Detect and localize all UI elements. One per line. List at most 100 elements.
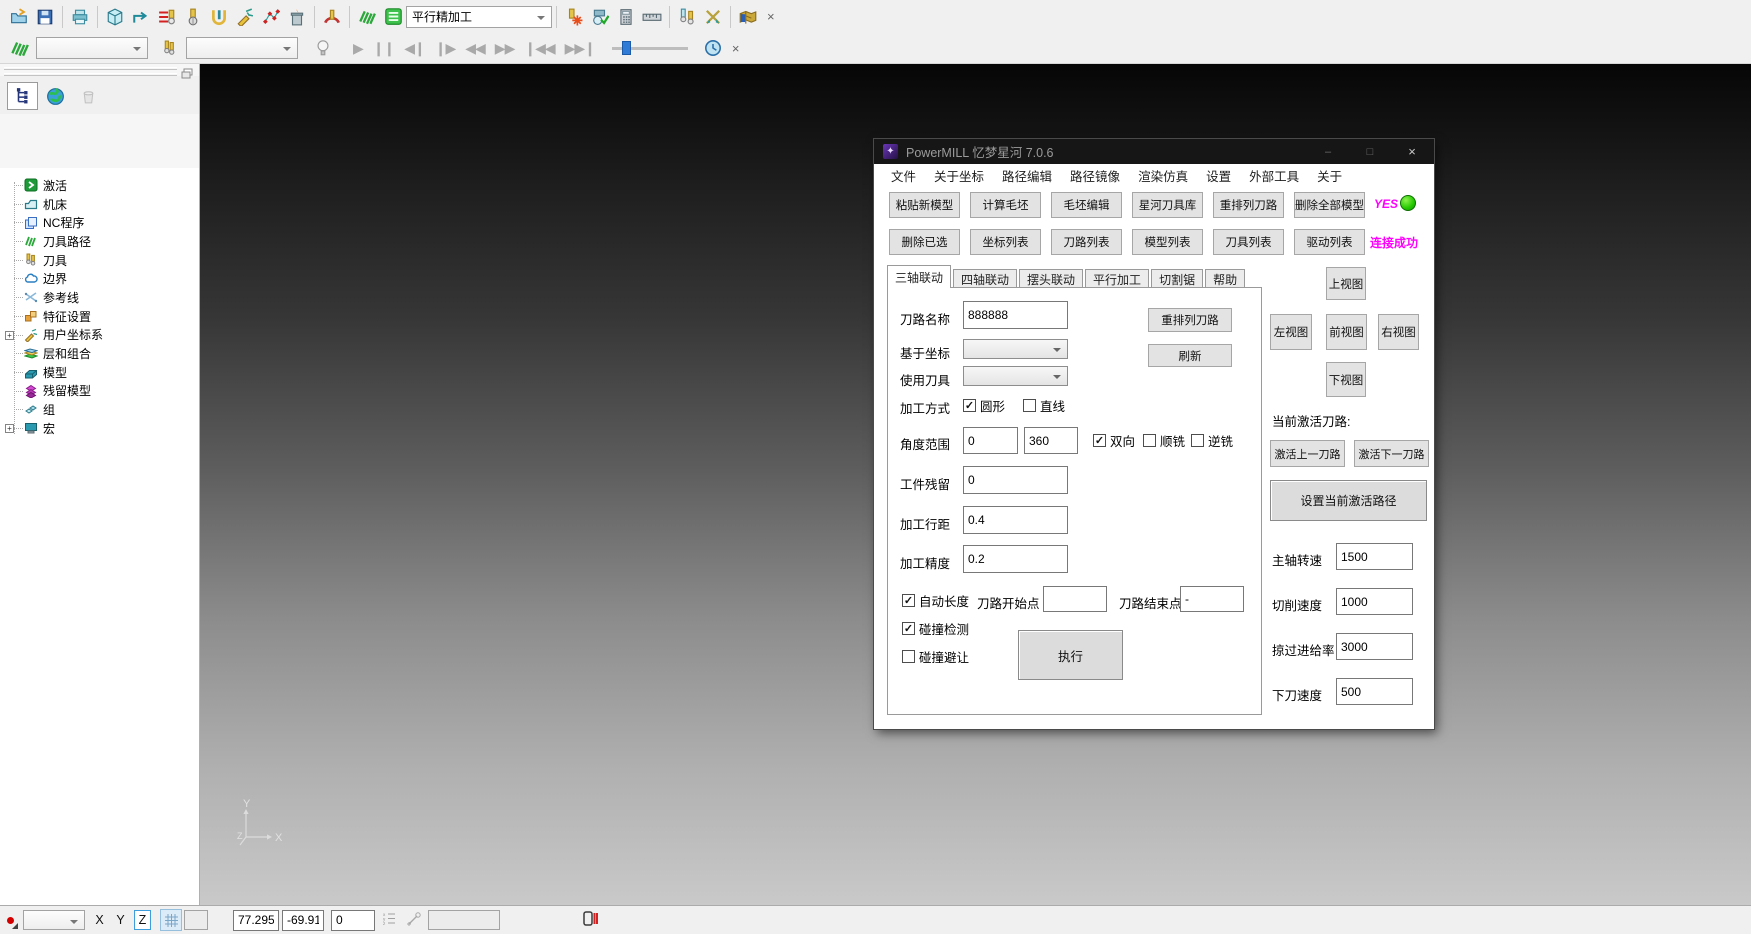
panel-float-icon[interactable] — [181, 68, 193, 82]
strategy-combo[interactable]: 平行精加工 — [406, 6, 552, 28]
collision-avoid-checkbox[interactable]: 碰撞避让 — [902, 647, 969, 666]
pause-button[interactable]: ❙❙ — [368, 40, 399, 57]
tree-item-nc-programs[interactable]: NC程序 — [0, 213, 199, 232]
set-active-path-button[interactable]: 设置当前激活路径 — [1270, 480, 1427, 521]
tree-item-levels-sets[interactable]: 层和组合 — [0, 344, 199, 363]
step-forward-button[interactable]: ❙▶ — [430, 40, 461, 57]
tool-pair-icon[interactable] — [674, 5, 700, 29]
end-point-input[interactable] — [1180, 586, 1244, 612]
axis-x-button[interactable]: X — [92, 910, 107, 930]
clock-icon[interactable] — [700, 36, 726, 60]
tree-item-machine[interactable]: 机床 — [0, 195, 199, 214]
angle-from-input[interactable] — [963, 427, 1018, 454]
execute-button[interactable]: 执行 — [1018, 630, 1123, 680]
model-list-button[interactable]: 模型列表 — [1132, 229, 1203, 255]
menu-external-tools[interactable]: 外部工具 — [1240, 166, 1308, 185]
cursor-z-input[interactable] — [331, 910, 375, 931]
workplane-combo[interactable] — [23, 910, 85, 930]
dir-conv-checkbox[interactable]: 逆铣 — [1191, 431, 1233, 450]
delete-all-models-button[interactable]: 删除全部模型 — [1294, 192, 1365, 218]
edit-stock-button[interactable]: 毛坯编辑 — [1051, 192, 1122, 218]
menu-path-edit[interactable]: 路径编辑 — [993, 166, 1061, 185]
coord-list-button[interactable]: 坐标列表 — [970, 229, 1041, 255]
tab-explorer-tree[interactable] — [7, 82, 38, 110]
strategy-list-icon[interactable] — [380, 5, 406, 29]
base-coord-combo[interactable] — [963, 339, 1068, 359]
cursor-y-input[interactable] — [282, 910, 324, 931]
tool-delete-icon[interactable] — [561, 5, 587, 29]
tree-expander-icon[interactable]: + — [5, 331, 14, 340]
bulb-icon[interactable] — [310, 36, 336, 60]
tab-explorer-recycle[interactable] — [73, 82, 104, 110]
method-circle-checkbox[interactable]: 圆形 — [963, 396, 1005, 415]
nc-program-icon[interactable] — [354, 5, 380, 29]
tree-item-patterns[interactable]: 参考线 — [0, 288, 199, 307]
feed-rate-icon[interactable] — [154, 5, 180, 29]
tab-saw[interactable]: 切割锯 — [1151, 269, 1203, 288]
collision-detect-checkbox[interactable]: 碰撞检测 — [902, 619, 969, 638]
rearrange-button[interactable]: 重排列刀路 — [1148, 308, 1232, 332]
workplane-edit-icon[interactable] — [232, 5, 258, 29]
view-bottom-button[interactable]: 下视图 — [1326, 362, 1366, 397]
stock-remain-input[interactable] — [963, 466, 1068, 494]
tree-item-groups[interactable]: 组 — [0, 400, 199, 419]
toolpath-name-input[interactable] — [963, 301, 1068, 329]
tree-item-macros[interactable]: +宏 — [0, 419, 199, 438]
tree-item-boundaries[interactable]: 边界 — [0, 269, 199, 288]
panel-grip[interactable] — [4, 67, 177, 70]
dir-both-checkbox[interactable]: 双向 — [1093, 431, 1135, 450]
tree-item-stock-models[interactable]: 残留模型 — [0, 382, 199, 401]
go-start-button[interactable]: ❙◀◀ — [519, 40, 559, 57]
menu-coords[interactable]: 关于坐标 — [925, 166, 993, 185]
tool-list-button[interactable]: 刀具列表 — [1213, 229, 1284, 255]
cursor-x-input[interactable] — [233, 910, 279, 931]
close-button[interactable]: × — [1398, 139, 1426, 164]
tree-item-activate[interactable]: 激活 — [0, 176, 199, 195]
angle-to-input[interactable] — [1024, 427, 1078, 454]
view-front-button[interactable]: 前视图 — [1326, 314, 1367, 350]
dir-climb-checkbox[interactable]: 顺铣 — [1143, 431, 1185, 450]
minimize-button[interactable]: – — [1314, 139, 1342, 164]
save-project-icon[interactable] — [32, 5, 58, 29]
search-model-icon[interactable] — [735, 5, 761, 29]
slider-thumb[interactable] — [622, 41, 631, 55]
simulation-speed-slider[interactable] — [608, 38, 692, 58]
view-top-button[interactable]: 上视图 — [1326, 267, 1366, 300]
spindle-speed-input[interactable] — [1336, 543, 1413, 570]
pattern-points-icon[interactable] — [258, 5, 284, 29]
tab-3axis[interactable]: 三轴联动 — [887, 265, 951, 288]
drive-list-button[interactable]: 驱动列表 — [1294, 229, 1365, 255]
start-point-input[interactable] — [1043, 586, 1107, 612]
plunge-feed-input[interactable] — [1336, 678, 1413, 705]
fast-forward-button[interactable]: ▶▶ — [490, 40, 520, 57]
view-right-button[interactable]: 右视图 — [1378, 314, 1419, 350]
tree-item-tools[interactable]: 刀具 — [0, 251, 199, 270]
tab-4axis[interactable]: 四轴联动 — [953, 269, 1017, 288]
menu-render-sim[interactable]: 渲染仿真 — [1129, 166, 1197, 185]
tab-parallel[interactable]: 平行加工 — [1085, 269, 1149, 288]
menu-file[interactable]: 文件 — [882, 166, 925, 185]
delete-entity-icon[interactable] — [284, 5, 310, 29]
viewport-canvas[interactable]: Y X Z ✦ PowerMILL 忆梦星河 7.0.6 – □ × 文件 关于… — [200, 64, 1751, 905]
nc-program-icon[interactable] — [6, 36, 32, 60]
measure-icon[interactable] — [639, 5, 665, 29]
dialog-titlebar[interactable]: ✦ PowerMILL 忆梦星河 7.0.6 – □ × — [874, 139, 1434, 164]
xyz-list-icon[interactable]: xyz — [383, 911, 396, 929]
play-button[interactable]: ▶ — [348, 40, 368, 57]
step-back-button[interactable]: ◀❙ — [399, 40, 430, 57]
tree-item-models[interactable]: 模型 — [0, 363, 199, 382]
toolpath-icon[interactable] — [128, 5, 154, 29]
activate-prev-button[interactable]: 激活上一刀路 — [1270, 440, 1345, 467]
auto-length-checkbox[interactable]: 自动长度 — [902, 591, 969, 610]
tool-holder-icon[interactable] — [206, 5, 232, 29]
tab-explorer-web[interactable] — [40, 82, 71, 110]
tree-item-feature-sets[interactable]: 特征设置 — [0, 307, 199, 326]
block-icon[interactable] — [102, 5, 128, 29]
refresh-button[interactable]: 刷新 — [1148, 344, 1232, 367]
menu-settings[interactable]: 设置 — [1197, 166, 1240, 185]
calc-stock-button[interactable]: 计算毛坯 — [970, 192, 1041, 218]
paste-model-button[interactable]: 粘贴新模型 — [889, 192, 960, 218]
tolerance-input[interactable] — [963, 545, 1068, 573]
print-icon[interactable] — [67, 5, 93, 29]
method-line-checkbox[interactable]: 直线 — [1023, 396, 1065, 415]
